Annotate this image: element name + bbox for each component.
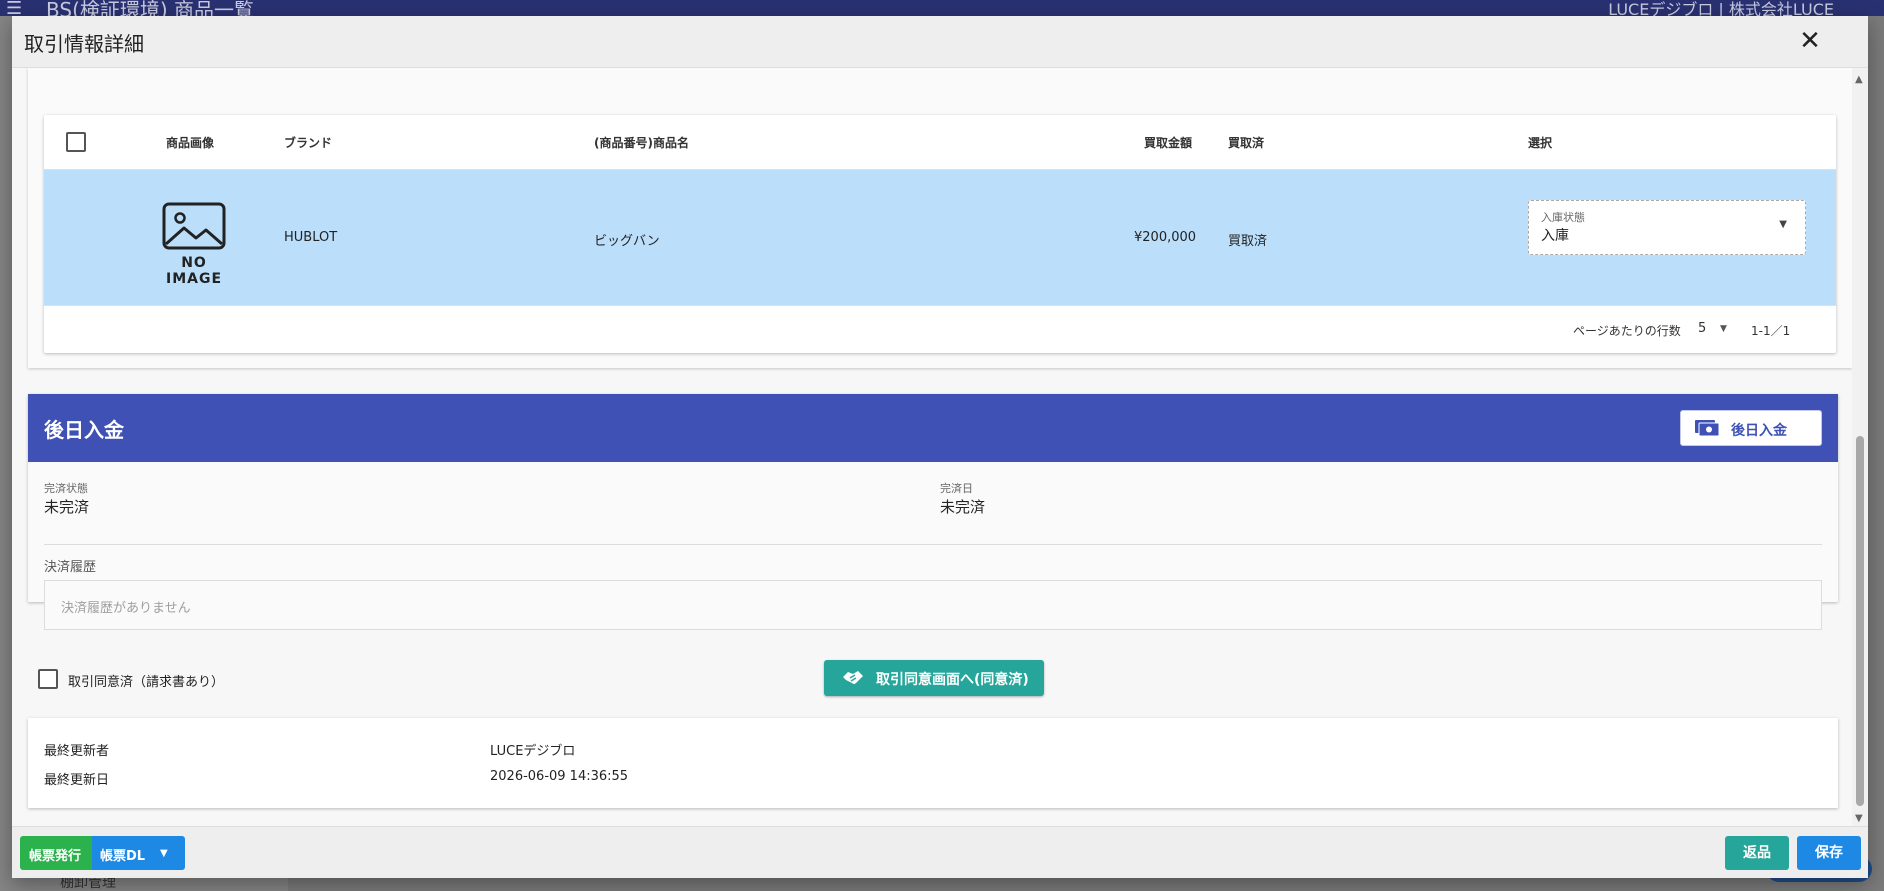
updated-at-value: 2026-06-09 14:36:55 — [490, 769, 629, 784]
header-price: 買取金額 — [1144, 136, 1193, 150]
deferred-payment-section: 後日入金 後日入金 完済状態 未完済 完済日 未完済 決済履歴 決済履歴がありま… — [28, 394, 1838, 630]
money-icon — [1695, 420, 1719, 436]
payment-history-label: 決済履歴 — [44, 560, 97, 575]
page-range: 1-1／1 — [1751, 324, 1791, 338]
stock-status-value: 入庫 — [1541, 228, 1569, 244]
caret-down-icon[interactable]: ▼ — [1779, 219, 1787, 230]
return-button[interactable]: 返品 — [1725, 836, 1789, 870]
scroll-down-icon[interactable]: ▼ — [1855, 813, 1863, 824]
caret-down-icon[interactable]: ▼ — [160, 848, 168, 859]
completion-status-label: 完済状態 — [44, 482, 88, 495]
table-header-row: 商品画像 ブランド (商品番号)商品名 買取金額 買取済 選択 — [44, 115, 1836, 170]
rows-per-page-select[interactable]: 5 — [1698, 321, 1706, 336]
issue-document-label: 帳票発行 — [29, 849, 82, 864]
deferred-payment-button-label: 後日入金 — [1731, 423, 1787, 439]
dialog-scrollbar[interactable]: ▲ ▼ — [1852, 68, 1868, 826]
deferred-payment-button[interactable]: 後日入金 — [1680, 410, 1822, 446]
transaction-detail-dialog: 取引情報詳細 ✕ 商品画像 ブランド (商品番号)商品名 買取金額 買取済 選択 — [12, 16, 1868, 878]
header-image: 商品画像 — [166, 136, 215, 150]
completion-date-label: 完済日 — [940, 482, 973, 495]
header-status: 買取済 — [1228, 136, 1265, 150]
cell-name: ビッグバン — [594, 234, 660, 249]
save-button[interactable]: 保存 — [1797, 836, 1861, 870]
payment-history-list: 決済履歴がありません — [44, 580, 1822, 630]
dialog-header: 取引情報詳細 ✕ — [12, 16, 1868, 68]
payment-history-empty: 決済履歴がありません — [61, 601, 191, 616]
updated-by-label: 最終更新者 — [44, 744, 110, 759]
completion-date-value: 未完済 — [940, 498, 986, 516]
dialog-title: 取引情報詳細 — [24, 32, 144, 56]
no-image-placeholder: NO IMAGE — [152, 200, 236, 287]
agreement-checkbox[interactable] — [38, 669, 58, 689]
header-select: 選択 — [1528, 136, 1553, 150]
deferred-payment-header: 後日入金 後日入金 — [28, 394, 1838, 462]
stock-status-select[interactable]: 入庫状態 入庫 ▼ — [1528, 200, 1806, 255]
updated-by-value: LUCEデジブロ — [490, 744, 576, 759]
completion-status-value: 未完済 — [44, 498, 90, 516]
background-app-bar: ☰ BS(検証環境) 商品一覧 LUCEデジブロ | 株式会社LUCE — [0, 0, 1884, 22]
scroll-thumb[interactable] — [1856, 436, 1864, 806]
dialog-footer: 帳票発行 帳票DL ▼ 返品 保存 — [12, 826, 1868, 878]
divider — [44, 544, 1822, 545]
image-icon — [162, 202, 226, 250]
agreement-screen-button[interactable]: 取引同意画面へ(同意済) — [824, 660, 1044, 696]
audit-info-section: 最終更新者 LUCEデジブロ 最終更新日 2026-06-09 14:36:55 — [28, 718, 1838, 808]
caret-down-icon[interactable]: ▼ — [1720, 324, 1727, 334]
agreement-checkbox-label: 取引同意済（請求書あり） — [68, 675, 225, 690]
agreement-screen-button-label: 取引同意画面へ(同意済) — [876, 672, 1029, 688]
cell-brand: HUBLOT — [284, 230, 338, 245]
download-document-label: 帳票DL — [100, 849, 146, 864]
scroll-up-icon[interactable]: ▲ — [1855, 74, 1863, 85]
dialog-body[interactable]: 商品画像 ブランド (商品番号)商品名 買取金額 買取済 選択 NO IMAGE… — [12, 68, 1852, 826]
cell-status: 買取済 — [1228, 234, 1268, 249]
stock-status-label: 入庫状態 — [1541, 211, 1585, 224]
rows-per-page-label: ページあたりの行数 — [1573, 324, 1681, 338]
header-name: (商品番号)商品名 — [594, 136, 689, 150]
products-table: 商品画像 ブランド (商品番号)商品名 買取金額 買取済 選択 NO IMAGE… — [44, 115, 1836, 353]
cell-price: ¥200,000 — [1134, 230, 1197, 245]
table-row[interactable]: NO IMAGE HUBLOT ビッグバン ¥200,000 買取済 入庫状態 … — [44, 170, 1836, 305]
issue-document-button[interactable]: 帳票発行 — [20, 836, 92, 870]
download-document-button[interactable]: 帳票DL ▼ — [92, 836, 185, 870]
close-icon[interactable]: ✕ — [1796, 28, 1824, 56]
deferred-payment-title: 後日入金 — [44, 418, 124, 442]
updated-at-label: 最終更新日 — [44, 773, 110, 788]
table-pagination: ページあたりの行数 5 ▼ 1-1／1 — [44, 305, 1836, 353]
no-image-text: NO IMAGE — [165, 255, 223, 287]
handshake-icon — [843, 671, 863, 684]
select-all-checkbox[interactable] — [66, 132, 86, 152]
header-brand: ブランド — [284, 136, 333, 150]
